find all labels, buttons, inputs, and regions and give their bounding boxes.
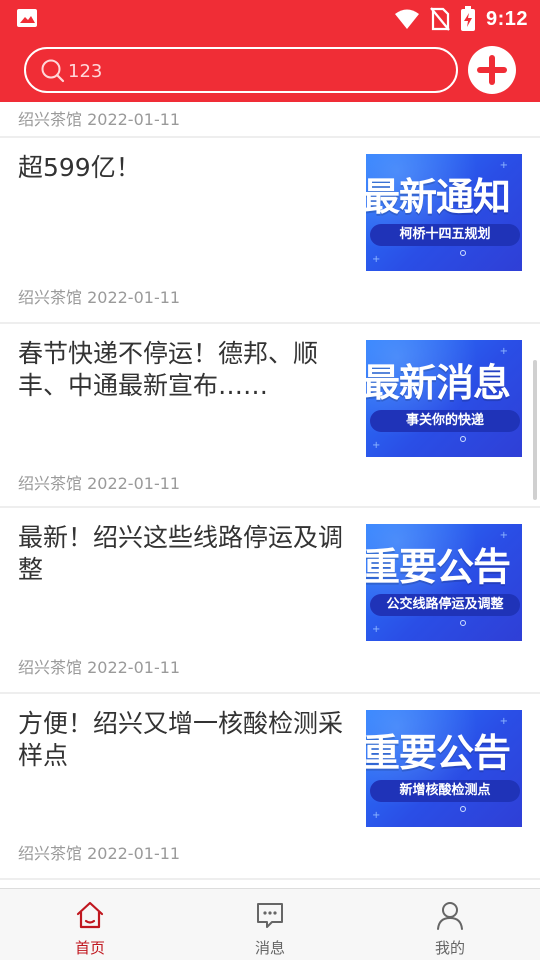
thumb-caption: 柯桥十四五规划	[370, 224, 520, 246]
search-input[interactable]	[68, 57, 438, 85]
no-sim-icon	[430, 7, 450, 31]
news-title: 最新！绍兴这些线路停运及调整	[18, 523, 344, 584]
sparkle-icon: +	[499, 160, 508, 171]
thumb-caption: 新增核酸检测点	[370, 780, 520, 802]
tab-profile[interactable]: 我的	[360, 889, 540, 960]
news-title: 春节快递不停运！德邦、顺丰、中通最新宣布……	[18, 339, 319, 400]
home-icon	[76, 901, 104, 929]
image-icon	[17, 9, 37, 27]
tab-label: 消息	[254, 939, 285, 957]
news-feed[interactable]: 绍兴茶馆 2022-01-11 超599亿！ + + 最新通知 柯桥十四五规划 …	[0, 102, 540, 888]
tab-messages[interactable]: 消息	[180, 889, 360, 960]
status-time: 9:12	[485, 7, 528, 30]
tab-label: 首页	[74, 939, 105, 957]
article-meta: 绍兴茶馆 2022-01-11	[18, 658, 181, 677]
message-icon	[257, 903, 283, 928]
news-title: 方便！绍兴又增一核酸检测采样点	[18, 709, 344, 770]
sparkle-icon: +	[372, 624, 381, 635]
battery-charging-icon	[460, 6, 475, 31]
news-item[interactable]: 超599亿！ + + 最新通知 柯桥十四五规划 绍兴茶馆 2022-01-11	[0, 138, 540, 322]
sparkle-icon: +	[372, 440, 381, 451]
sparkle-icon: +	[372, 810, 381, 821]
thumb-heading: 最新消息	[366, 361, 511, 405]
thumb-heading: 最新通知	[366, 175, 511, 219]
status-bar: 9:12	[0, 0, 540, 38]
thumb-caption: 公交线路停运及调整	[370, 594, 520, 616]
search-bar[interactable]	[24, 47, 458, 93]
user-icon	[437, 902, 463, 930]
wifi-icon	[394, 9, 419, 29]
thumb-heading: 重要公告	[366, 545, 511, 589]
sparkle-icon: +	[499, 530, 508, 541]
scrollbar[interactable]	[533, 360, 537, 500]
article-meta: 绍兴茶馆 2022-01-11	[18, 474, 181, 493]
article-meta: 绍兴茶馆 2022-01-11	[18, 288, 181, 307]
app-header: 9:12	[0, 0, 540, 102]
article-meta: 绍兴茶馆 2022-01-11	[18, 844, 181, 863]
news-thumbnail: + + 重要公告 公交线路停运及调整	[366, 524, 522, 641]
thumb-heading: 重要公告	[366, 731, 511, 775]
news-item[interactable]: 方便！绍兴又增一核酸检测采样点 + + 重要公告 新增核酸检测点 绍兴茶馆 20…	[0, 694, 540, 878]
news-item[interactable]: 最新！绍兴这些线路停运及调整 + + 重要公告 公交线路停运及调整 绍兴茶馆 2…	[0, 508, 540, 692]
sparkle-icon: +	[499, 716, 508, 727]
tab-home[interactable]: 首页	[0, 889, 180, 960]
sparkle-icon: +	[499, 346, 508, 357]
news-item[interactable]: 春节快递不停运！德邦、顺丰、中通最新宣布…… + + 最新消息 事关你的快递 绍…	[0, 324, 540, 508]
bottom-navigation: 首页 消息 我的	[0, 888, 540, 960]
search-icon	[41, 59, 65, 83]
news-thumbnail: + + 最新消息 事关你的快递	[366, 340, 522, 457]
divider	[0, 878, 540, 880]
thumb-caption: 事关你的快递	[370, 410, 520, 432]
add-button[interactable]	[468, 46, 516, 94]
article-meta: 绍兴茶馆 2022-01-11	[18, 110, 181, 129]
sparkle-icon: +	[372, 254, 381, 265]
news-thumbnail: + + 最新通知 柯桥十四五规划	[366, 154, 522, 271]
tab-label: 我的	[434, 939, 465, 957]
news-thumbnail: + + 重要公告 新增核酸检测点	[366, 710, 522, 827]
news-title: 超599亿！	[18, 153, 141, 182]
